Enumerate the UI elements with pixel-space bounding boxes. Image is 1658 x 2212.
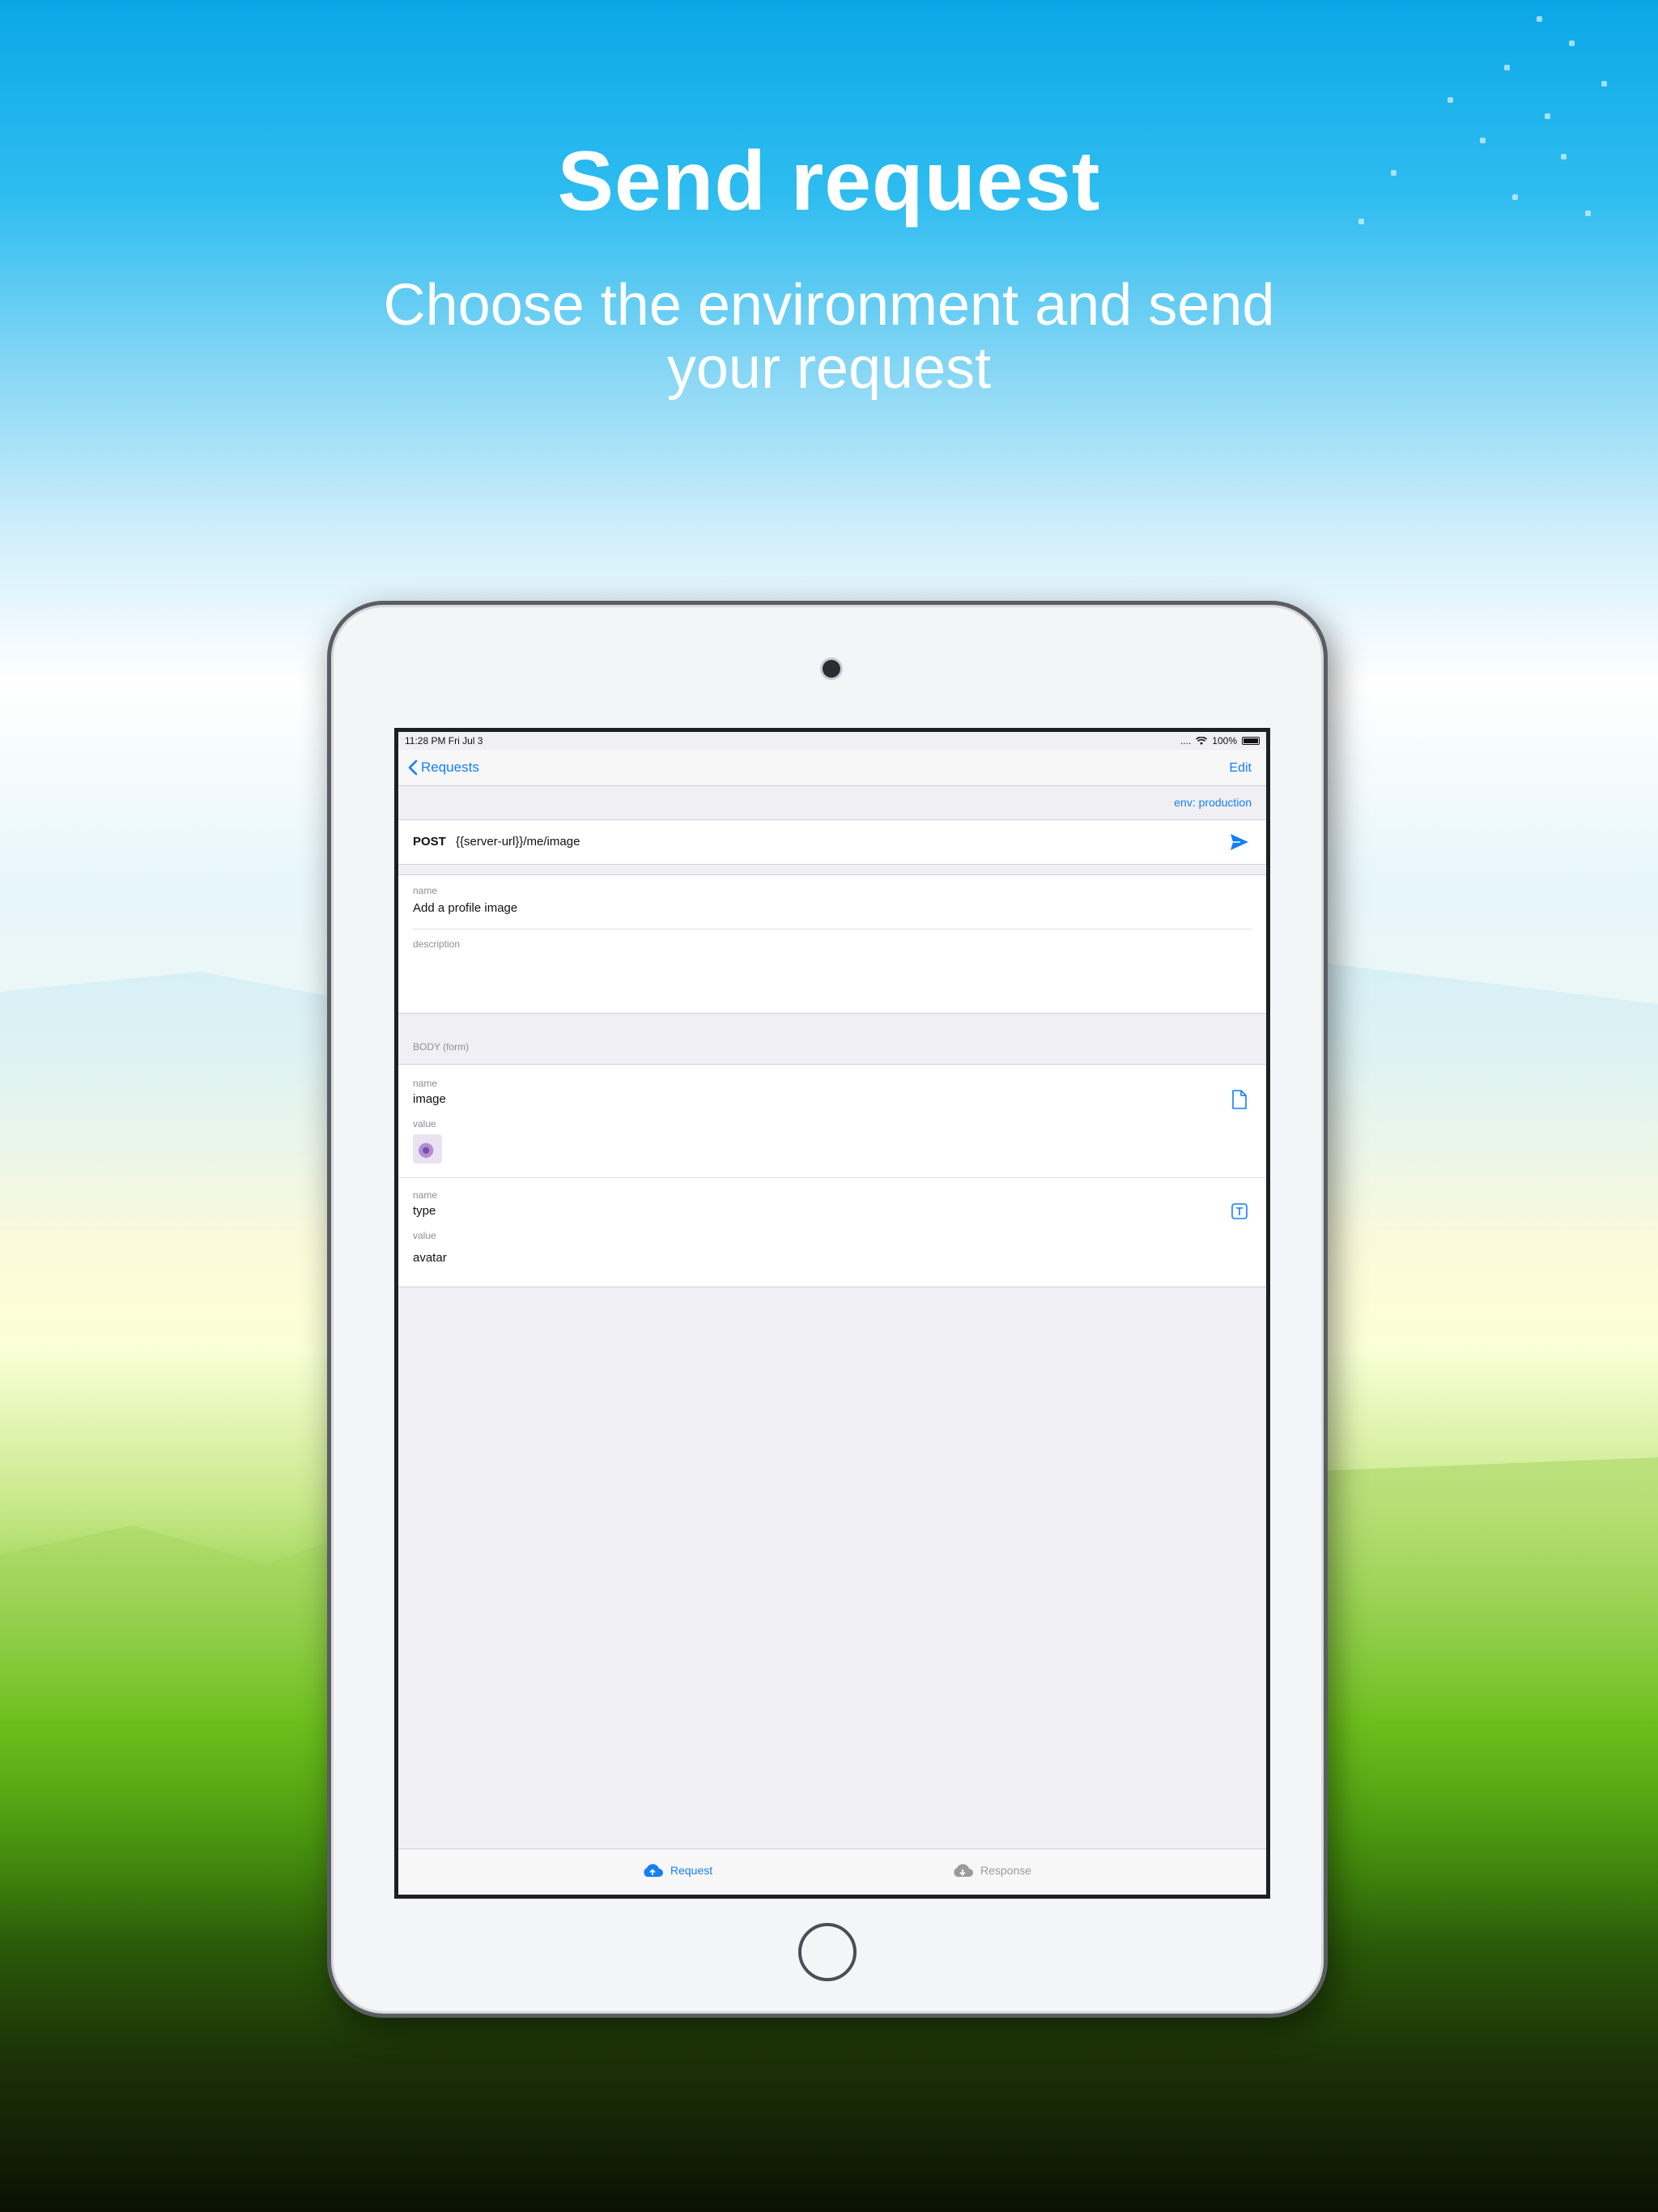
environment-selector[interactable]: env: production (1174, 796, 1252, 809)
tab-request[interactable]: Request (641, 1862, 712, 1878)
body-section-header: BODY (form) (413, 1041, 470, 1053)
http-method: POST (413, 835, 446, 849)
name-label: name (413, 885, 438, 896)
status-time: 11:28 PM Fri Jul 3 (405, 735, 483, 747)
send-icon[interactable] (1229, 832, 1250, 852)
app-screen: 11:28 PM Fri Jul 3 .... 100% Requests Ed (394, 728, 1270, 1899)
home-button (798, 1923, 857, 1981)
battery-percent: 100% (1212, 735, 1237, 747)
field-name: type (413, 1204, 436, 1218)
camera-icon (823, 660, 840, 678)
tab-request-label: Request (670, 1864, 713, 1877)
body-form-card: name image value name type value avatar (398, 1064, 1266, 1287)
field-value-label: value (413, 1230, 436, 1241)
image-thumbnail[interactable] (413, 1134, 442, 1163)
field-value: avatar (413, 1251, 447, 1265)
form-field-row[interactable]: name image value (398, 1065, 1266, 1176)
field-value-label: value (413, 1118, 436, 1129)
promo-headline: Send request (557, 134, 1101, 228)
ipad-frame: 11:28 PM Fri Jul 3 .... 100% Requests Ed (327, 601, 1328, 2018)
text-field-icon[interactable] (1231, 1201, 1248, 1222)
file-icon[interactable] (1231, 1089, 1248, 1110)
edit-button[interactable]: Edit (1229, 761, 1252, 776)
request-name-field[interactable]: Add a profile image (413, 901, 517, 915)
description-label: description (413, 938, 461, 950)
field-name-label: name (413, 1189, 438, 1201)
request-info-card: name Add a profile image description (398, 874, 1266, 1014)
navigation-bar: Requests Edit (398, 750, 1266, 786)
signal-icon: .... (1180, 735, 1192, 747)
field-name: image (413, 1092, 446, 1106)
status-right: .... 100% (1180, 735, 1260, 747)
tab-response-label: Response (980, 1864, 1032, 1877)
cloud-upload-icon (644, 1864, 663, 1877)
wifi-icon (1196, 736, 1208, 745)
battery-icon (1242, 737, 1260, 745)
field-name-label: name (413, 1078, 438, 1089)
environment-row: env: production (398, 786, 1266, 819)
tab-response[interactable]: Response (951, 1862, 1031, 1878)
form-field-row[interactable]: name type value avatar (398, 1178, 1266, 1287)
back-button-label: Requests (421, 759, 479, 775)
cloud-download-icon (954, 1864, 973, 1877)
back-button[interactable]: Requests (408, 759, 479, 776)
request-url: {{server-url}}/me/image (456, 835, 580, 849)
promo-subline: Choose the environment and send your req… (383, 273, 1275, 401)
description-field[interactable] (413, 953, 1252, 1002)
request-url-row[interactable]: POST {{server-url}}/me/image (398, 819, 1266, 865)
status-bar: 11:28 PM Fri Jul 3 .... 100% (398, 732, 1266, 750)
chevron-left-icon (408, 759, 418, 776)
tab-bar: Request Response (398, 1848, 1266, 1895)
